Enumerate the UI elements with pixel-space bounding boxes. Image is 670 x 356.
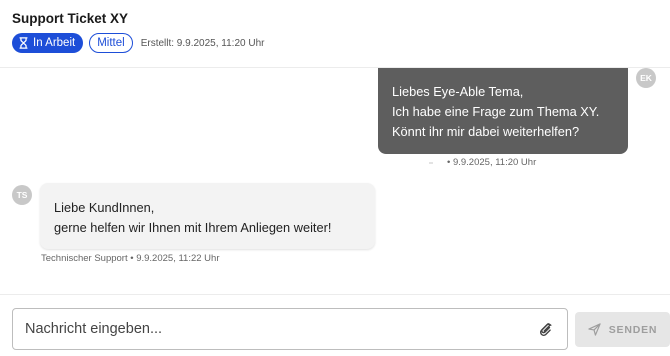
avatar: TS xyxy=(12,185,32,205)
hourglass-icon xyxy=(19,37,28,49)
status-badge: In Arbeit xyxy=(12,33,84,53)
avatar: EK xyxy=(636,68,656,88)
message-line: gerne helfen wir Ihnen mit Ihrem Anliege… xyxy=(54,220,332,235)
message-line: Könnt ihr mir dabei weiterhelfen? xyxy=(392,124,580,139)
message-line: Ich habe eine Frage zum Thema XY. xyxy=(392,104,600,119)
send-button[interactable]: SENDEN xyxy=(575,312,670,347)
outgoing-message-bubble: Liebes Eye-Able Tema, Ich habe eine Frag… xyxy=(378,68,628,154)
page-title: Support Ticket XY xyxy=(12,11,129,26)
message-composer: SENDEN xyxy=(0,294,670,356)
sender-placeholder xyxy=(429,161,433,164)
paperclip-icon[interactable] xyxy=(537,320,555,338)
incoming-message-bubble: Liebe KundInnen, gerne helfen wir Ihnen … xyxy=(40,183,375,249)
message-timestamp: • 9.9.2025, 11:20 Uhr xyxy=(447,157,537,168)
priority-badge: Mittel xyxy=(89,33,133,53)
message-list[interactable]: Liebes Eye-Able Tema, Ich habe eine Frag… xyxy=(0,68,670,294)
send-icon xyxy=(588,323,601,336)
created-timestamp: Erstellt: 9.9.2025, 11:20 Uhr xyxy=(140,37,265,49)
ticket-header: Support Ticket XY In Arbeit Mittel Erste… xyxy=(0,0,670,68)
message-input-field[interactable] xyxy=(12,308,568,350)
message-line: Liebe KundInnen, xyxy=(54,200,155,215)
message-meta: Technischer Support • 9.9.2025, 11:22 Uh… xyxy=(41,253,220,264)
status-label: In Arbeit xyxy=(33,37,76,49)
message-input[interactable] xyxy=(25,321,537,337)
message-meta: • 9.9.2025, 11:20 Uhr xyxy=(429,157,536,168)
send-label: SENDEN xyxy=(608,323,658,336)
ticket-meta: In Arbeit Mittel Erstellt: 9.9.2025, 11:… xyxy=(12,33,264,53)
message-line: Liebes Eye-Able Tema, xyxy=(392,84,524,99)
